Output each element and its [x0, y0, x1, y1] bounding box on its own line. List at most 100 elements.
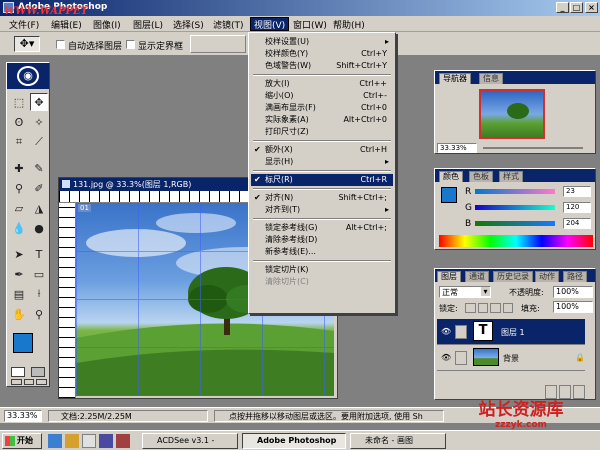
- lock-transparency-checkbox[interactable]: [465, 303, 476, 313]
- channel-b-value[interactable]: 204: [563, 218, 591, 229]
- folder-icon[interactable]: [65, 434, 79, 448]
- menu-layer[interactable]: 图层(L): [130, 18, 166, 31]
- eye-icon[interactable]: 👁: [441, 327, 451, 336]
- view-menu-item[interactable]: 清除参考线(D): [251, 234, 393, 246]
- view-menu-item[interactable]: 打印尺寸(Z): [251, 126, 393, 138]
- view-menu-item[interactable]: ✔ 额外(X) Ctrl+H: [251, 144, 393, 156]
- layer-style-icon[interactable]: [545, 385, 557, 399]
- tab-info[interactable]: 信息: [479, 73, 503, 84]
- view-menu-item[interactable]: 显示(H) ▸: [251, 156, 393, 168]
- foreground-color-swatch[interactable]: [13, 333, 33, 353]
- tab-actions[interactable]: 动作: [535, 271, 559, 282]
- tab-history[interactable]: 历史记录: [493, 271, 533, 282]
- screen-mode-full-menu-icon[interactable]: [23, 379, 35, 385]
- app-icon-2[interactable]: [116, 434, 130, 448]
- pen-tool-icon[interactable]: ✒: [10, 265, 28, 283]
- eye-icon[interactable]: 👁: [441, 353, 451, 362]
- channel-r-slider[interactable]: [475, 189, 555, 194]
- tab-channels[interactable]: 通道: [465, 271, 489, 282]
- clone-stamp-icon[interactable]: ⚲: [10, 179, 28, 197]
- layer-row-text[interactable]: 👁 T 图层 1: [437, 319, 585, 345]
- blend-mode-select[interactable]: 正常 ▾: [439, 286, 491, 298]
- healing-brush-icon[interactable]: ✚: [10, 159, 28, 177]
- color-spectrum-bar[interactable]: [439, 235, 593, 247]
- app-icon-1[interactable]: [99, 434, 113, 448]
- dodge-tool-icon[interactable]: ●: [30, 219, 48, 237]
- status-zoom-field[interactable]: 33.33%: [4, 410, 42, 422]
- view-menu-item[interactable]: 色域警告(W) Shift+Ctrl+Y: [251, 60, 393, 72]
- layer-row-background[interactable]: 👁 背景 🔒: [437, 345, 585, 371]
- ie-icon[interactable]: [48, 434, 62, 448]
- menu-help[interactable]: 帮助(H): [330, 18, 368, 31]
- channel-b-slider[interactable]: [475, 221, 555, 226]
- new-layer-icon[interactable]: [559, 385, 571, 399]
- link-slot[interactable]: [455, 351, 467, 365]
- channel-r-value[interactable]: 23: [563, 186, 591, 197]
- view-menu-item[interactable]: 锁定切片(K): [251, 264, 393, 276]
- view-menu-item[interactable]: 实际象素(A) Alt+Ctrl+0: [251, 114, 393, 126]
- lasso-tool-icon[interactable]: ʘ: [10, 113, 28, 131]
- tab-paths[interactable]: 路径: [563, 271, 587, 282]
- auto-select-layer-checkbox[interactable]: [56, 40, 65, 49]
- screen-mode-buttons[interactable]: [11, 379, 48, 385]
- adobe-eye-icon[interactable]: ◉: [17, 66, 39, 86]
- taskbar-item-acdsee[interactable]: ACDSee v3.1 -: [142, 433, 238, 449]
- view-menu-item[interactable]: ✔ 对齐(N) Shift+Ctrl+;: [251, 192, 393, 204]
- zoom-tool-icon[interactable]: ⚲: [30, 305, 48, 323]
- magic-wand-icon[interactable]: ✧: [30, 113, 48, 131]
- navigator-zoom-slider[interactable]: [483, 147, 583, 149]
- type-tool-icon[interactable]: T: [30, 245, 48, 263]
- screen-mode-standard-icon[interactable]: [11, 379, 22, 385]
- tab-navigator[interactable]: 导航器: [439, 73, 471, 84]
- menu-file[interactable]: 文件(F): [6, 18, 42, 31]
- show-bounding-box-checkbox[interactable]: [126, 40, 135, 49]
- trash-icon[interactable]: [573, 385, 585, 399]
- menu-edit[interactable]: 编辑(E): [48, 18, 85, 31]
- lock-all-checkbox[interactable]: [502, 303, 513, 313]
- minimize-button[interactable]: _: [556, 2, 569, 13]
- notes-tool-icon[interactable]: ▤: [10, 285, 28, 303]
- tab-layers[interactable]: 图层: [437, 271, 461, 282]
- brush-link-icon[interactable]: [455, 325, 467, 339]
- tab-color[interactable]: 颜色: [439, 171, 463, 182]
- channel-g-slider[interactable]: [475, 205, 555, 210]
- tab-swatches[interactable]: 色板: [469, 171, 493, 182]
- slice-tool-icon[interactable]: ⟋: [30, 133, 48, 151]
- screen-mode-full-icon[interactable]: [36, 379, 48, 385]
- tab-styles[interactable]: 样式: [499, 171, 523, 182]
- shape-tool-icon[interactable]: ▭: [30, 265, 48, 283]
- hand-tool-icon[interactable]: ✋: [10, 305, 28, 323]
- taskbar-item-paint[interactable]: 未命名 - 画图: [350, 433, 446, 449]
- move-tool-icon[interactable]: ✥: [30, 93, 48, 111]
- move-tool-preset-icon[interactable]: ✥▾: [14, 36, 40, 52]
- view-menu-item[interactable]: 新参考线(E)...: [251, 246, 393, 258]
- close-button[interactable]: ×: [585, 2, 598, 13]
- status-doc-size[interactable]: 文档:2.25M/2.25M: [48, 410, 208, 422]
- path-selection-icon[interactable]: ➤: [10, 245, 28, 263]
- paint-bucket-icon[interactable]: ◮: [30, 199, 48, 217]
- view-menu-item[interactable]: 对齐到(T) ▸: [251, 204, 393, 216]
- view-menu-item[interactable]: 放大(I) Ctrl++: [251, 78, 393, 90]
- marquee-tool-icon[interactable]: ⬚: [10, 93, 28, 111]
- view-menu-item[interactable]: 校样颜色(Y) Ctrl+Y: [251, 48, 393, 60]
- crop-tool-icon[interactable]: ⌗: [10, 133, 28, 151]
- start-button[interactable]: 开始: [2, 433, 42, 449]
- taskbar-item-photoshop[interactable]: Adobe Photoshop: [242, 433, 346, 449]
- lock-image-checkbox[interactable]: [477, 303, 488, 313]
- channel-g-value[interactable]: 120: [563, 202, 591, 213]
- desktop-icon[interactable]: [82, 434, 96, 448]
- menu-image[interactable]: 图像(I): [90, 18, 124, 31]
- brush-tool-icon[interactable]: ✎: [30, 159, 48, 177]
- menu-view[interactable]: 视图(V): [250, 17, 290, 31]
- standard-mode-icon[interactable]: [11, 367, 25, 377]
- view-menu-item[interactable]: 锁定参考线(G) Alt+Ctrl+;: [251, 222, 393, 234]
- history-brush-icon[interactable]: ✐: [30, 179, 48, 197]
- view-menu-item[interactable]: 清除切片(C): [251, 276, 393, 288]
- menu-filter[interactable]: 滤镜(T): [210, 18, 247, 31]
- view-menu-item[interactable]: 校样设置(U) ▸: [251, 36, 393, 48]
- quick-mask-icon[interactable]: [31, 367, 45, 377]
- lock-position-checkbox[interactable]: [490, 303, 501, 313]
- view-menu-item[interactable]: 缩小(O) Ctrl+-: [251, 90, 393, 102]
- align-buttons-group[interactable]: [190, 35, 246, 53]
- maximize-button[interactable]: □: [570, 2, 583, 13]
